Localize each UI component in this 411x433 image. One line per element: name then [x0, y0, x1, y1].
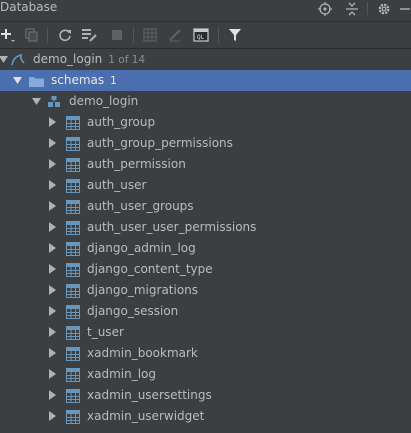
table-label: django_migrations [87, 283, 199, 297]
table-icon [66, 304, 80, 319]
tree-node-table[interactable]: auth_user_groups [0, 196, 411, 217]
table-label: django_session [87, 304, 179, 318]
table-icon [66, 157, 80, 172]
table-icon [66, 409, 80, 424]
tree-node-table[interactable]: django_admin_log [0, 238, 411, 259]
svg-text:QL: QL [197, 34, 205, 41]
tree-node-schema[interactable]: demo_login [0, 91, 411, 112]
expanded-arrow-icon[interactable] [31, 97, 41, 107]
collapsed-arrow-icon[interactable] [48, 390, 58, 400]
table-icon [66, 367, 80, 382]
tree-node-table[interactable]: t_user [0, 322, 411, 343]
tree-node-table[interactable]: xadmin_usersettings [0, 385, 411, 406]
tree-node-table[interactable]: auth_group_permissions [0, 133, 411, 154]
collapsed-arrow-icon[interactable] [48, 117, 58, 127]
folder-icon [29, 73, 44, 87]
table-label: t_user [87, 325, 124, 339]
ddl-icon[interactable] [80, 26, 98, 44]
table-label: auth_permission [87, 157, 186, 171]
collapse-all-icon[interactable] [345, 0, 359, 17]
duplicate-icon[interactable] [23, 26, 41, 44]
table-icon [66, 346, 80, 361]
expanded-arrow-icon[interactable] [0, 55, 8, 65]
database-tree: demo_login 1 of 14 schemas 1 demo_login au… [0, 49, 411, 433]
table-icon [66, 220, 80, 235]
collapsed-arrow-icon[interactable] [48, 306, 58, 316]
table-label: auth_user [87, 178, 147, 192]
table-label: django_admin_log [87, 241, 196, 255]
refresh-icon[interactable] [56, 26, 74, 44]
collapsed-arrow-icon[interactable] [48, 243, 58, 253]
collapsed-arrow-icon[interactable] [48, 222, 58, 232]
table-icon [66, 199, 80, 214]
table-icon [66, 325, 80, 340]
table-label: xadmin_log [87, 367, 156, 381]
table-label: auth_group [87, 115, 156, 129]
table-icon [66, 283, 80, 298]
tree-node-table[interactable]: auth_permission [0, 154, 411, 175]
collapsed-arrow-icon[interactable] [48, 159, 58, 169]
hide-icon[interactable] [399, 0, 411, 17]
tree-node-schemas[interactable]: schemas 1 [0, 70, 411, 91]
tool-window-title: Database [0, 0, 58, 14]
table-label: xadmin_bookmark [87, 346, 198, 360]
collapsed-arrow-icon[interactable] [48, 180, 58, 190]
expanded-arrow-icon[interactable] [12, 76, 22, 86]
table-icon [66, 178, 80, 193]
mysql-datasource-icon [10, 52, 25, 66]
collapsed-arrow-icon[interactable] [48, 327, 58, 337]
table-view-icon[interactable] [141, 26, 159, 44]
table-icon [66, 136, 80, 151]
tree-node-table[interactable]: django_session [0, 301, 411, 322]
database-toolbar: QL [0, 22, 411, 49]
table-icon [66, 241, 80, 256]
collapsed-arrow-icon[interactable] [48, 348, 58, 358]
tree-node-table[interactable]: xadmin_log [0, 364, 411, 385]
settings-target-icon[interactable] [318, 0, 332, 17]
tree-node-datasource[interactable]: demo_login 1 of 14 [0, 49, 411, 70]
collapsed-arrow-icon[interactable] [48, 201, 58, 211]
tree-node-table[interactable]: django_content_type [0, 259, 411, 280]
tree-node-table[interactable]: auth_user_user_permissions [0, 217, 411, 238]
table-label: xadmin_userwidget [87, 409, 205, 423]
tool-window-header: Database [0, 0, 411, 22]
schema-label: demo_login [69, 94, 139, 108]
collapsed-arrow-icon[interactable] [48, 369, 58, 379]
add-icon[interactable] [0, 26, 18, 44]
collapsed-arrow-icon[interactable] [48, 138, 58, 148]
tree-node-table[interactable]: xadmin_bookmark [0, 343, 411, 364]
table-icon [66, 115, 80, 130]
stop-icon[interactable] [108, 26, 126, 44]
table-label: auth_user_groups [87, 199, 194, 213]
gear-icon[interactable] [377, 0, 391, 17]
console-icon[interactable]: QL [192, 26, 210, 44]
schema-icon [47, 94, 61, 108]
schemas-count: 1 [110, 75, 117, 87]
collapsed-arrow-icon[interactable] [48, 285, 58, 295]
table-icon [66, 388, 80, 403]
datasource-count: 1 of 14 [108, 54, 146, 66]
datasource-label: demo_login [33, 52, 103, 66]
table-label: auth_user_user_permissions [87, 220, 257, 234]
table-label: xadmin_usersettings [87, 388, 212, 402]
collapsed-arrow-icon[interactable] [48, 411, 58, 421]
collapsed-arrow-icon[interactable] [48, 264, 58, 274]
tree-node-table[interactable]: auth_user [0, 175, 411, 196]
tree-node-table[interactable]: auth_group [0, 112, 411, 133]
table-icon [66, 262, 80, 277]
tree-node-table[interactable]: django_migrations [0, 280, 411, 301]
table-label: django_content_type [87, 262, 213, 276]
tree-node-table[interactable]: xadmin_userwidget [0, 406, 411, 427]
filter-icon[interactable] [226, 26, 244, 44]
table-label: auth_group_permissions [87, 136, 233, 150]
edit-icon[interactable] [166, 26, 184, 44]
schemas-label: schemas [51, 73, 105, 87]
